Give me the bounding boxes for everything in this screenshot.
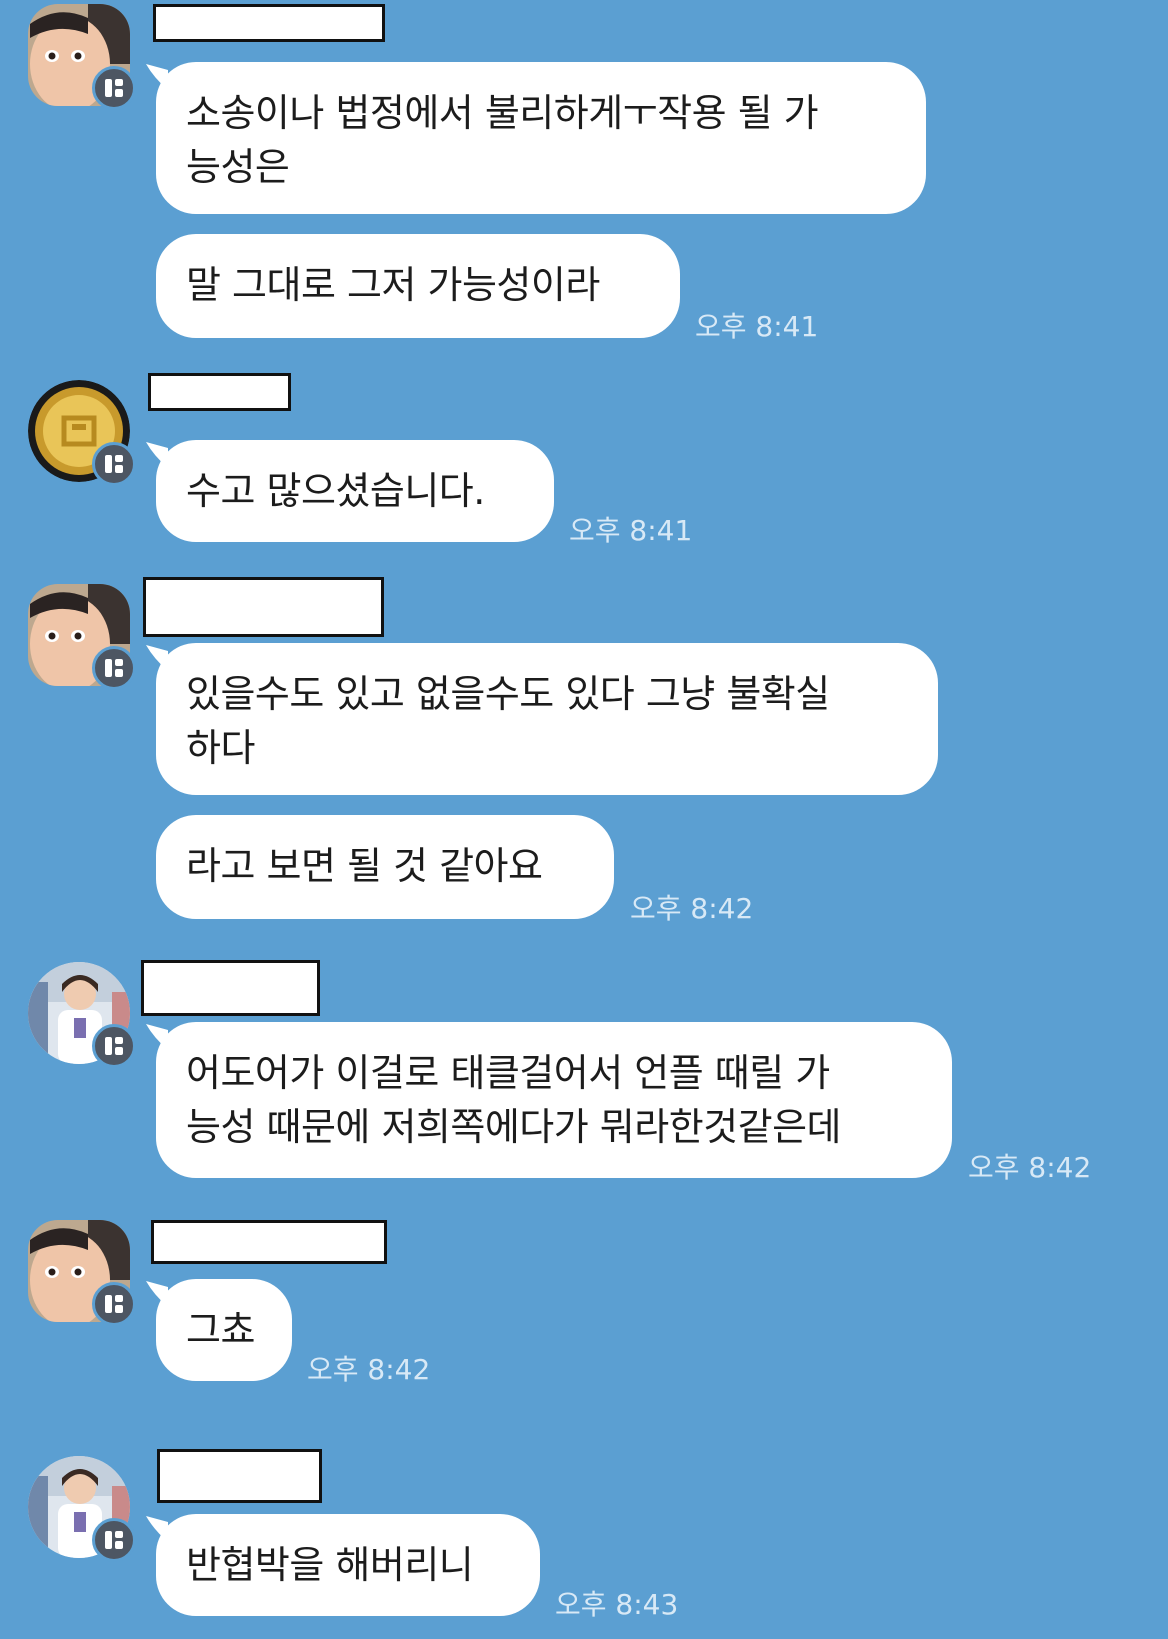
sender-name-redacted bbox=[148, 373, 291, 411]
profile-badge-icon bbox=[92, 66, 136, 110]
message-time: 오후 8:41 bbox=[695, 310, 819, 343]
profile-badge-icon bbox=[92, 1282, 136, 1326]
sender-name-redacted bbox=[143, 577, 384, 637]
message-time: 오후 8:42 bbox=[630, 892, 754, 925]
avatar[interactable] bbox=[28, 1220, 136, 1326]
sender-name-redacted bbox=[151, 1220, 387, 1264]
message-bubble[interactable]: 그쵸 bbox=[156, 1279, 292, 1381]
avatar[interactable] bbox=[28, 4, 136, 110]
message-bubble[interactable]: 소송이나 법정에서 불리하게ㅜ작용 될 가 능성은 bbox=[156, 62, 926, 214]
message-line: 반협박을 해버리니 bbox=[186, 1543, 474, 1587]
avatar[interactable] bbox=[28, 380, 136, 486]
profile-badge-icon bbox=[92, 1518, 136, 1562]
avatar[interactable] bbox=[28, 1456, 136, 1562]
message-line: 라고 보면 될 것 같아요 bbox=[186, 844, 543, 888]
message-bubble[interactable]: 라고 보면 될 것 같아요 bbox=[156, 815, 614, 919]
message-line: 있을수도 있고 없을수도 있다 그냥 불확실 bbox=[186, 672, 830, 716]
message-time: 오후 8:42 bbox=[968, 1151, 1092, 1184]
message-bubble[interactable]: 있을수도 있고 없을수도 있다 그냥 불확실 하다 bbox=[156, 643, 938, 795]
avatar[interactable] bbox=[28, 962, 136, 1068]
message-time: 오후 8:43 bbox=[555, 1588, 679, 1621]
message-bubble[interactable]: 어도어가 이걸로 태클걸어서 언플 때릴 가 능성 때문에 저희쪽에다가 뭐라한… bbox=[156, 1022, 952, 1178]
profile-badge-icon bbox=[92, 1024, 136, 1068]
message-line: 하다 bbox=[186, 726, 255, 770]
avatar[interactable] bbox=[28, 584, 136, 690]
message-bubble[interactable]: 반협박을 해버리니 bbox=[156, 1514, 540, 1616]
chat-area[interactable]: 소송이나 법정에서 불리하게ㅜ작용 될 가 능성은 말 그대로 그저 가능성이라… bbox=[0, 0, 1168, 1639]
sender-name-redacted bbox=[153, 4, 385, 42]
message-line: 소송이나 법정에서 불리하게ㅜ작용 될 가 bbox=[186, 91, 819, 135]
message-line: 능성은 bbox=[186, 145, 290, 189]
profile-badge-icon bbox=[92, 442, 136, 486]
message-line: 능성 때문에 저희쪽에다가 뭐라한것같은데 bbox=[186, 1105, 842, 1149]
profile-badge-icon bbox=[92, 646, 136, 690]
message-bubble[interactable]: 수고 많으셨습니다. bbox=[156, 440, 554, 542]
message-line: 수고 많으셨습니다. bbox=[186, 469, 485, 513]
message-line: 어도어가 이걸로 태클걸어서 언플 때릴 가 bbox=[186, 1051, 830, 1095]
message-time: 오후 8:41 bbox=[569, 514, 693, 547]
sender-name-redacted bbox=[157, 1449, 322, 1503]
message-bubble[interactable]: 말 그대로 그저 가능성이라 bbox=[156, 234, 680, 338]
message-time: 오후 8:42 bbox=[307, 1353, 431, 1386]
message-line: 그쵸 bbox=[186, 1308, 255, 1352]
sender-name-redacted bbox=[141, 960, 320, 1016]
message-line: 말 그대로 그저 가능성이라 bbox=[186, 263, 600, 307]
